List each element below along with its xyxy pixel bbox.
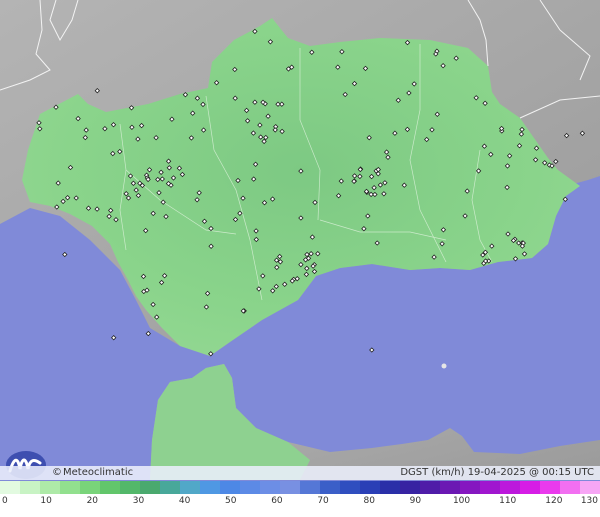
- legend-swatch: [480, 481, 500, 494]
- legend-tick-label: 100: [452, 496, 471, 506]
- legend-swatch: [580, 481, 600, 494]
- legend-swatch: [300, 481, 320, 494]
- legend-swatch: [400, 481, 420, 494]
- legend-swatch: [120, 481, 140, 494]
- legend-swatch: [420, 481, 440, 494]
- legend-tick-label: 0: [2, 496, 8, 506]
- weather-map: [0, 0, 600, 517]
- legend-swatch: [180, 481, 200, 494]
- legend-tick-label: 110: [499, 496, 517, 506]
- legend-swatch: [80, 481, 100, 494]
- copyright-symbol: ©: [52, 467, 62, 478]
- legend-swatch: [200, 481, 220, 494]
- legend-swatch: [440, 481, 460, 494]
- legend-tick-label: 130: [580, 496, 598, 506]
- map-canvas: [0, 0, 600, 517]
- footer-bar: ©Meteoclimatic DGST (km/h) 19-04-2025 @ …: [0, 466, 600, 480]
- credit: ©Meteoclimatic: [52, 466, 133, 480]
- legend-tick-label: 60: [271, 496, 283, 506]
- legend-swatch: [100, 481, 120, 494]
- legend-swatch: [140, 481, 160, 494]
- legend-swatch: [160, 481, 180, 494]
- legend-color-bar: [0, 481, 600, 494]
- legend-swatch: [60, 481, 80, 494]
- legend-swatch: [340, 481, 360, 494]
- legend-swatch: [460, 481, 480, 494]
- alboran-island: [441, 363, 447, 369]
- map-info: DGST (km/h) 19-04-2025 @ 00:15 UTC: [400, 466, 594, 480]
- legend-tick-label: 20: [86, 496, 99, 506]
- legend-swatch: [560, 481, 580, 494]
- legend-swatch: [360, 481, 380, 494]
- legend-swatch: [540, 481, 560, 494]
- legend-swatch: [220, 481, 240, 494]
- legend-swatch: [380, 481, 400, 494]
- legend-swatch: [260, 481, 280, 494]
- legend-swatch: [520, 481, 540, 494]
- legend-ticks: 0 10 20 30 40 50 60 70 80 90 100 110 120 130: [0, 496, 600, 510]
- variable-unit: (km/h): [431, 467, 465, 478]
- legend-tick-label: 90: [409, 496, 422, 506]
- map-date: 19-04-2025: [467, 467, 526, 478]
- legend-tick-label: 50: [225, 496, 237, 506]
- brand-name: Meteoclimatic: [63, 467, 134, 478]
- legend-tick-label: 30: [132, 496, 145, 506]
- legend-tick-label: 120: [545, 496, 563, 506]
- legend-swatch: [20, 481, 40, 494]
- legend-swatch: [0, 481, 20, 494]
- map-time: @ 00:15 UTC: [529, 467, 594, 478]
- legend-swatch: [240, 481, 260, 494]
- legend-swatch: [280, 481, 300, 494]
- legend-tick-label: 40: [178, 496, 191, 506]
- legend-swatch: [40, 481, 60, 494]
- legend-tick-label: 70: [317, 496, 329, 506]
- variable-name: DGST: [400, 467, 429, 478]
- color-legend: 0 10 20 30 40 50 60 70 80 90 100 110 120 130: [0, 481, 600, 517]
- legend-swatch: [320, 481, 340, 494]
- legend-tick-label: 80: [363, 496, 375, 506]
- legend-swatch: [500, 481, 520, 494]
- legend-tick-label: 10: [40, 496, 52, 506]
